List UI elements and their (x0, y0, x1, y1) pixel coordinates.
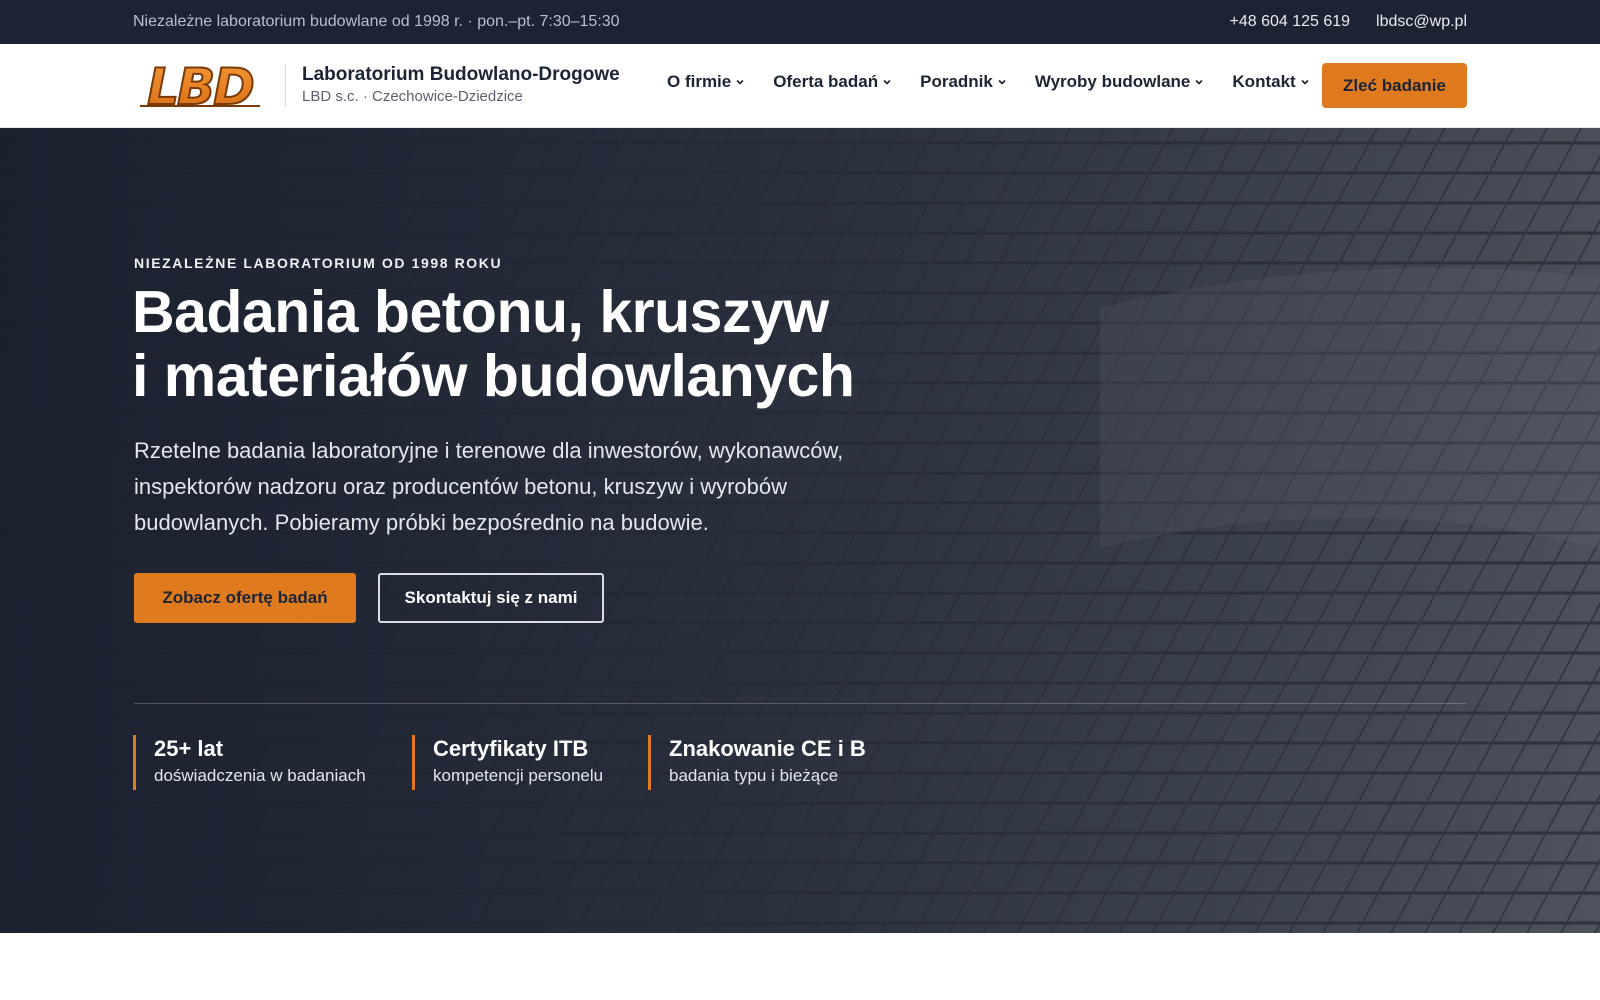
chevron-down-icon (1195, 79, 1203, 85)
stat-label: doświadczenia w badaniach (154, 766, 366, 785)
top-contact: +48 604 125 619 lbdsc@wp.pl (1229, 13, 1467, 31)
lbd-logo[interactable]: LBD (134, 58, 266, 114)
chevron-down-icon (736, 79, 744, 85)
stat-certificates: Certyfikaty ITB kompetencji personelu (412, 735, 603, 790)
hero-section: NIEZALEŻNE LABORATORIUM OD 1998 ROKU Bad… (0, 128, 1600, 933)
site-header: LBD Laboratorium Budowlano-Drogowe LBD s… (0, 44, 1600, 128)
hero-divider (134, 703, 1466, 704)
chevron-down-icon (1301, 79, 1309, 85)
email-link[interactable]: lbdsc@wp.pl (1376, 13, 1467, 31)
phone-link[interactable]: +48 604 125 619 (1229, 13, 1350, 31)
stat-value: Znakowanie CE i B (669, 736, 866, 761)
brand-divider (285, 64, 286, 106)
hero-eyebrow: NIEZALEŻNE LABORATORIUM OD 1998 ROKU (134, 255, 503, 271)
contact-us-button[interactable]: Skontaktuj się z nami (378, 573, 604, 623)
nav-item-label: O firmie (667, 72, 732, 91)
stat-label: badania typu i bieżące (669, 766, 839, 785)
brand-name[interactable]: Laboratorium Budowlano-Drogowe (302, 64, 620, 86)
opening-hours-text: Niezależne laboratorium budowlane od 199… (133, 13, 620, 30)
nav-item-label: Poradnik (920, 72, 993, 91)
stat-value: 25+ lat (154, 736, 224, 761)
headline-line-2: i materiałów budowlanych (132, 343, 855, 409)
stat-ce-marking: Znakowanie CE i B badania typu i bieżące (648, 735, 866, 790)
nav-item-label: Oferta badań (773, 72, 879, 91)
hero-lead: Rzetelne badania laboratoryjne i terenow… (134, 438, 844, 535)
view-offer-button[interactable]: Zobacz ofertę badań (134, 573, 356, 623)
headline-line-1: Badania betonu, kruszyw (132, 279, 829, 345)
nav-item-o-firmie[interactable]: O firmie (667, 72, 745, 92)
chevron-down-icon (998, 79, 1006, 85)
nav-item-kontakt[interactable]: Kontakt (1232, 72, 1309, 92)
nav-item-label: Wyroby budowlane (1034, 72, 1191, 91)
hero-headline: Badania betonu, kruszyw i materiałów bud… (132, 280, 1032, 408)
stat-experience: 25+ lat doświadczenia w badaniach (133, 735, 366, 790)
chevron-down-icon (883, 79, 891, 85)
main-nav: O firmie Oferta badań Poradnik Wyroby bu… (667, 72, 1310, 92)
top-info-bar: Niezależne laboratorium budowlane od 199… (0, 0, 1600, 44)
nav-item-poradnik[interactable]: Poradnik (920, 72, 1007, 92)
stat-value: Certyfikaty ITB (433, 736, 589, 761)
stat-label: kompetencji personelu (433, 766, 604, 785)
nav-item-wyroby-budowlane[interactable]: Wyroby budowlane (1035, 72, 1205, 92)
nav-item-oferta-badan[interactable]: Oferta badań (773, 72, 892, 92)
order-test-button[interactable]: Zleć badanie (1322, 63, 1467, 108)
brand-subtitle: LBD s.c. · Czechowice-Dziedzice (302, 88, 523, 105)
nav-item-label: Kontakt (1232, 72, 1296, 91)
